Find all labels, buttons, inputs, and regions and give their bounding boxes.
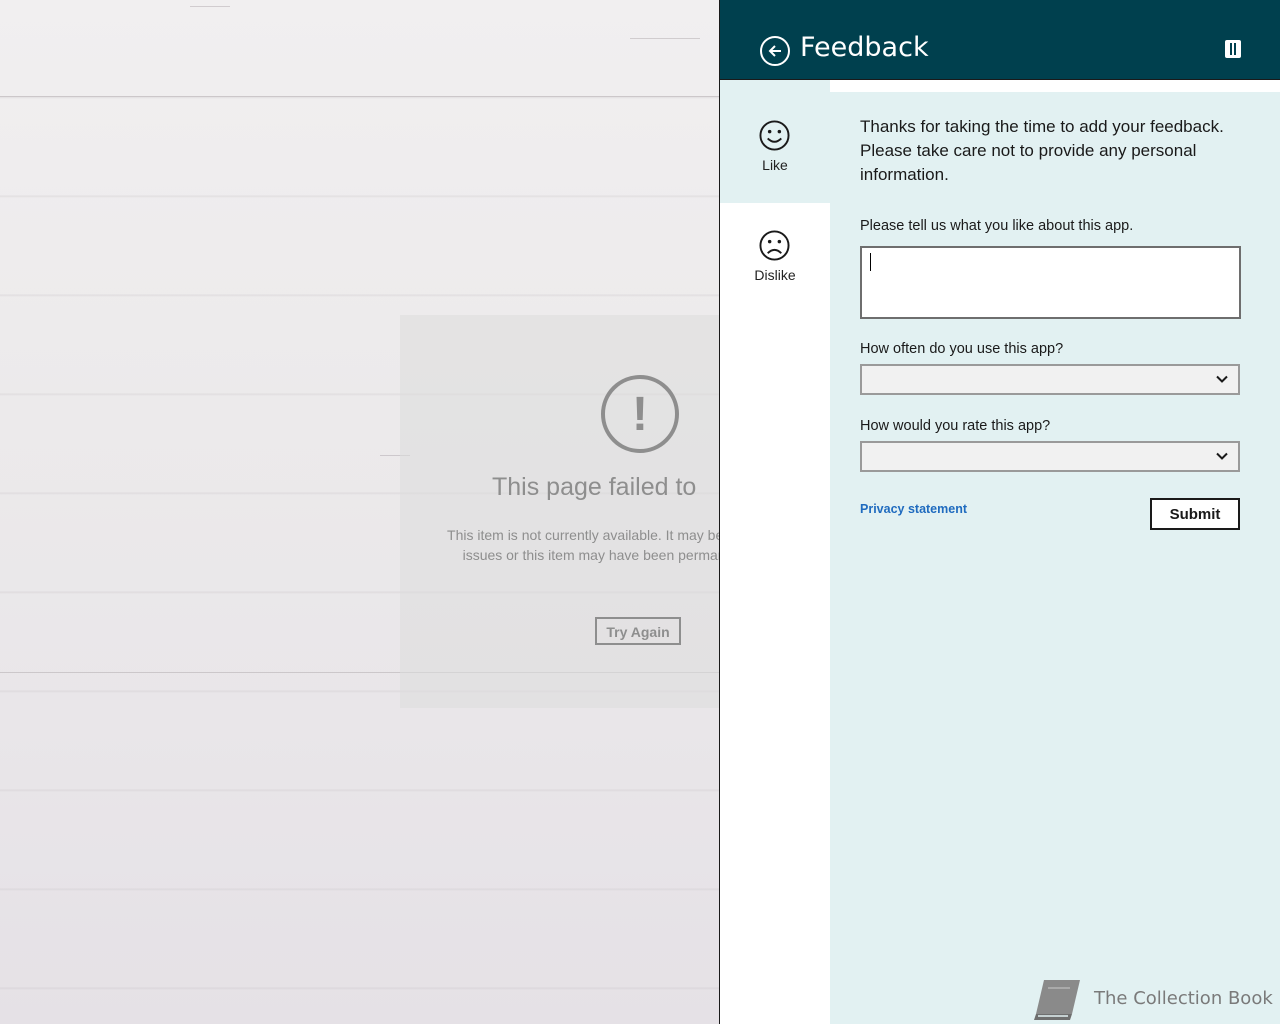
tab-like-label: Like [762,157,788,173]
text-caret [870,253,871,271]
smiley-icon [759,120,790,151]
book-icon [1034,980,1080,1020]
frequency-label: How often do you use this app? [860,341,1064,357]
app-logo-icon [1225,40,1241,58]
header-divider [830,80,1280,92]
tab-dislike-label: Dislike [754,267,796,283]
frown-icon [759,230,790,261]
error-card: ! This page failed to This item is not c… [400,315,720,708]
feedback-flyout: Feedback Like Dislike Thanks for taking … [719,0,1280,1024]
wood-grain [190,6,230,7]
wood-grain [630,38,700,39]
sidebar-fill [720,313,830,1024]
wood-grain [0,96,720,97]
flyout-title: Feedback [800,32,929,63]
flyout-header: Feedback [720,0,1280,80]
rating-label: How would you rate this app? [860,418,1051,434]
chevron-down-icon [1216,375,1228,383]
exclamation-icon: ! [601,375,679,453]
rating-select[interactable] [860,441,1240,472]
brand-name: The Collection Book [1094,988,1273,1009]
intro-text: Thanks for taking the time to add your f… [860,117,1224,184]
comment-textarea[interactable] [860,246,1241,319]
error-title: This page failed to [492,473,697,501]
comment-label: Please tell us what you like about this … [860,218,1134,234]
submit-button[interactable]: Submit [1150,498,1240,530]
frequency-select[interactable] [860,364,1240,395]
app-branding: The Collection Book [1030,976,1273,1022]
back-arrow-icon [768,45,781,57]
chevron-down-icon [1216,452,1228,460]
try-again-button[interactable]: Try Again [595,617,681,645]
tab-dislike[interactable]: Dislike [720,203,830,313]
tab-like[interactable]: Like [720,93,830,203]
privacy-statement-link[interactable]: Privacy statement [860,502,967,516]
background-app: ! This page failed to This item is not c… [0,0,720,1024]
error-message: This item is not currently available. It… [447,527,720,563]
back-button[interactable] [760,36,790,66]
